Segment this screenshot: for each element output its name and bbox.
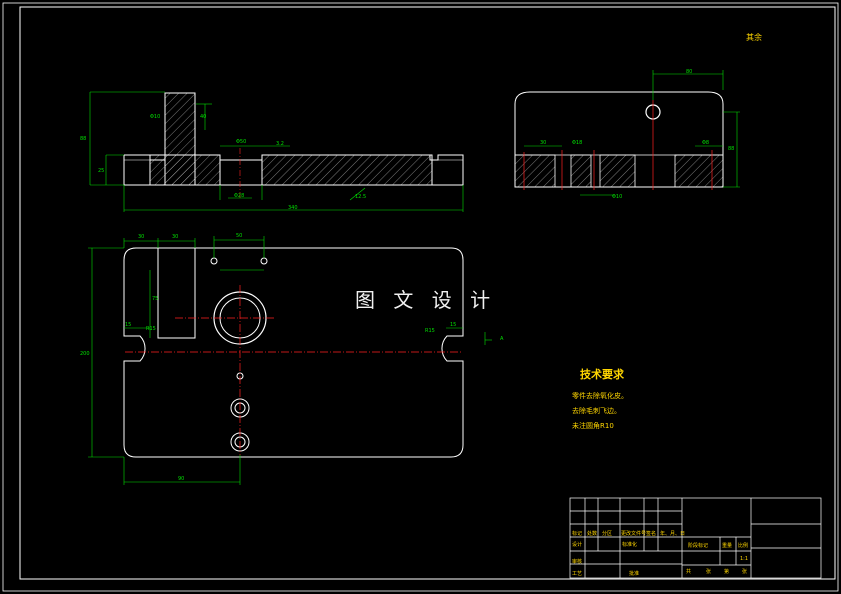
tech-requirement-line: 零件去除氧化皮。 [572,392,628,400]
svg-text:75: 75 [152,296,158,302]
svg-text:Φ10: Φ10 [150,114,160,120]
tb-label: 设计 [572,542,583,548]
tb-label: 更改文件号 [621,531,647,537]
tb-label: 签名 [646,531,657,537]
svg-text:25: 25 [98,168,104,174]
svg-text:80: 80 [686,69,692,75]
tb-label: 年、月、日 [660,531,686,537]
svg-text:40: 40 [200,114,206,120]
svg-text:Φ28: Φ28 [234,193,244,199]
tb-scale: 1:1 [740,556,749,562]
tech-requirements-title: 技术要求 [580,368,624,381]
watermark-text: 图 文 设 计 [355,288,497,312]
tb-label: 批准 [629,571,640,577]
svg-text:50: 50 [236,233,242,239]
svg-text:3.2: 3.2 [276,141,284,147]
tech-requirement-line: 去除毛刺飞边。 [572,407,621,415]
tb-label: 分区 [602,531,613,537]
front-section-view: 88 25 340 Φ50 Φ28 3.2 12.5 Φ10 40 [80,91,464,212]
tb-label: 标记 [572,531,583,537]
base-right-section [261,154,433,186]
svg-text:30: 30 [172,234,178,240]
tb-label: 张 [706,569,712,575]
svg-text:88: 88 [80,136,86,142]
svg-text:R15: R15 [146,326,156,332]
upright-plan [157,247,196,339]
top-plan-view: 30 30 50 200 90 75 15 15 R15 R15 A [80,233,504,485]
tb-label: 工艺 [572,571,583,577]
tb-label: 比例 [738,543,749,549]
svg-text:A: A [500,336,504,342]
svg-text:R15: R15 [425,328,435,334]
svg-text:90: 90 [178,476,184,482]
tb-label: 共 [686,569,692,575]
svg-text:Φ10: Φ10 [612,194,622,200]
svg-text:Φ18: Φ18 [572,140,582,146]
tb-label: 审核 [572,559,583,565]
tb-label: 第 [724,569,730,575]
tech-requirement-line: 未注圆角R10 [572,422,614,430]
svg-text:Φ50: Φ50 [236,139,246,145]
svg-text:30: 30 [138,234,144,240]
svg-text:340: 340 [288,205,298,211]
tb-label: 重量 [722,543,733,549]
svg-text:15: 15 [450,322,456,328]
svg-text:12.5: 12.5 [355,194,366,200]
svg-text:15: 15 [125,322,131,328]
svg-text:88: 88 [728,146,734,152]
plan-outline [123,247,464,458]
title-block [569,497,822,579]
tb-label: 阶段标记 [688,543,709,549]
tb-label: 张 [742,569,748,575]
tb-label: 处数 [587,531,598,537]
svg-text:200: 200 [80,351,90,357]
svg-text:30: 30 [540,140,546,146]
svg-text:Φ8: Φ8 [702,140,709,146]
side-section-view: 80 88 30 Φ18 Φ10 Φ8 [514,69,740,200]
tb-label: 标准化 [622,542,638,548]
roughness-note: 其余 [746,33,762,42]
